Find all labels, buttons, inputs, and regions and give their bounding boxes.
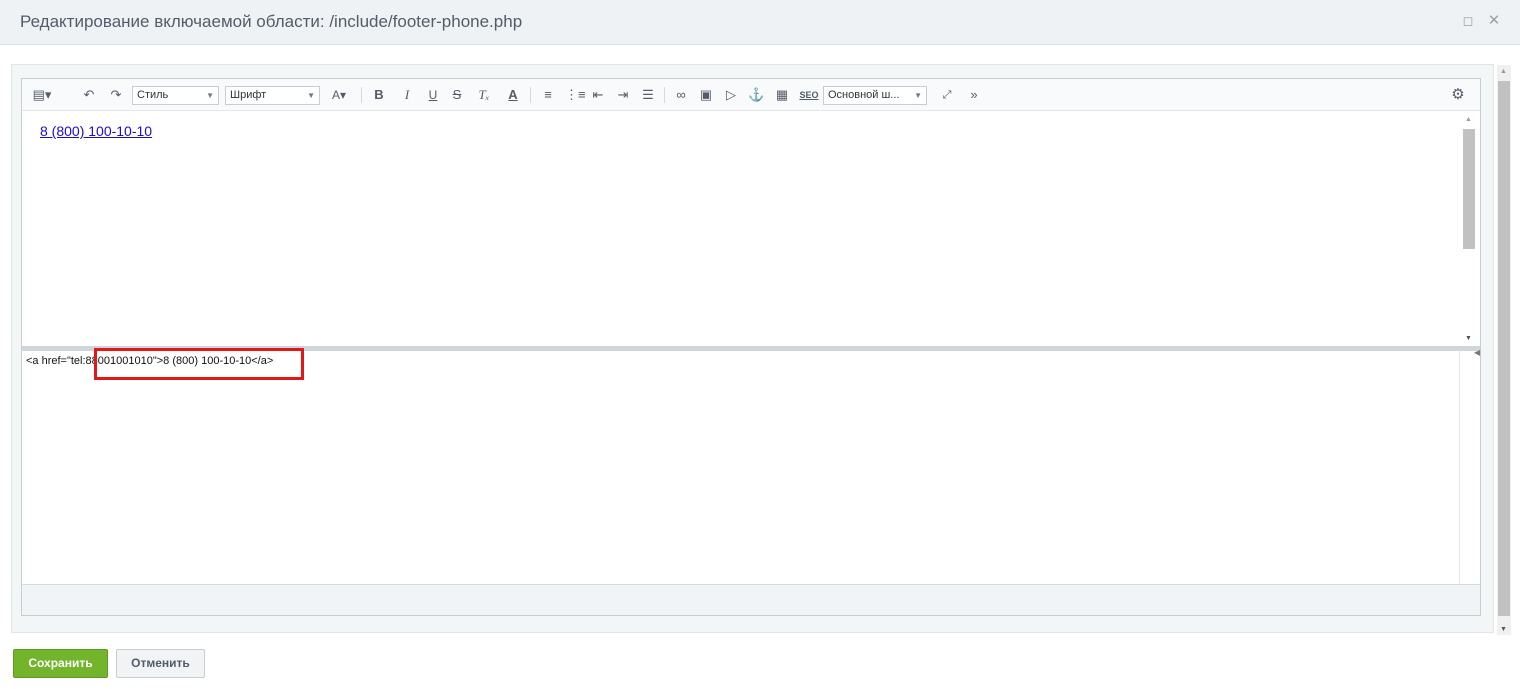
indent-icon[interactable]: ⇥ — [615, 86, 631, 104]
dialog-footer: Сохранить Отменить — [0, 635, 1520, 689]
restore-icon[interactable]: ◻ — [1460, 12, 1476, 30]
fullscreen-icon[interactable]: ⤢ — [939, 86, 955, 104]
style-select[interactable]: Стиль ▼ — [132, 86, 219, 105]
toolbar-separator — [664, 87, 665, 103]
underline-icon[interactable]: U — [426, 86, 440, 104]
strikethrough-icon[interactable]: S — [450, 86, 464, 104]
scroll-down-icon[interactable]: ▼ — [1465, 335, 1472, 342]
font-select[interactable]: Шрифт ▼ — [225, 86, 320, 105]
italic-icon[interactable]: I — [400, 86, 414, 104]
wysiwyg-scrollbar[interactable]: ▲ ▼ — [1459, 112, 1480, 346]
font-select-label: Шрифт — [230, 89, 267, 101]
page-scrollbar[interactable]: ▲ ▼ — [1497, 65, 1511, 635]
settings-icon[interactable]: ⚙ — [1449, 86, 1467, 104]
phone-link[interactable]: 8 (800) 100-10-10 — [40, 123, 152, 139]
dialog-title: Редактирование включаемой области: /incl… — [20, 12, 523, 31]
scrollbar-thumb[interactable] — [1463, 129, 1475, 249]
scroll-up-icon[interactable]: ▲ — [1465, 116, 1472, 123]
templates-icon[interactable]: ▤▾ — [30, 86, 54, 104]
unordered-list-icon[interactable]: ⋮≡ — [565, 86, 586, 104]
anchor-icon[interactable]: ⚓ — [748, 86, 764, 104]
close-icon[interactable]: ✕ — [1486, 12, 1502, 30]
html-editor: ▤▾ ↶ ↷ Стиль ▼ Шрифт ▼ A▾ B I U S Tₓ A ≡ ⋮… — [21, 78, 1481, 616]
video-icon[interactable]: ▷ — [723, 86, 739, 104]
code-area[interactable]: <a href="tel:88001001010">8 (800) 100-10… — [22, 348, 1459, 584]
bold-icon[interactable]: B — [372, 86, 386, 104]
table-icon[interactable]: ▦ — [774, 86, 790, 104]
chevron-down-icon: ▼ — [206, 91, 214, 100]
dialog-titlebar: Редактирование включаемой области: /incl… — [0, 0, 1520, 45]
scroll-down-icon[interactable]: ▼ — [1500, 626, 1507, 633]
link-icon[interactable]: ∞ — [672, 86, 690, 104]
wysiwyg-area[interactable]: 8 (800) 100-10-10 — [22, 112, 1459, 346]
editor-statusbar — [22, 584, 1480, 615]
seo-icon[interactable]: SEO — [798, 86, 820, 104]
chevron-down-icon: ▼ — [914, 91, 922, 100]
font-size-icon[interactable]: A▾ — [324, 86, 354, 104]
template-select[interactable]: Основной ш... ▼ — [823, 86, 927, 105]
scroll-up-icon[interactable]: ▲ — [1500, 68, 1507, 75]
text-color-icon[interactable]: A — [505, 86, 521, 104]
more-icon[interactable]: » — [966, 86, 982, 104]
ordered-list-icon[interactable]: ≡ — [540, 86, 556, 104]
redo-icon[interactable]: ↷ — [109, 86, 123, 104]
save-button[interactable]: Сохранить — [13, 649, 108, 678]
chevron-down-icon: ▼ — [307, 91, 315, 100]
template-select-label: Основной ш... — [828, 89, 900, 101]
remove-format-icon[interactable]: Tₓ — [475, 86, 493, 104]
highlight-box — [94, 348, 304, 380]
image-icon[interactable]: ▣ — [698, 86, 714, 104]
collapse-arrow-icon[interactable]: ◀ — [1474, 348, 1480, 357]
style-select-label: Стиль — [137, 89, 169, 101]
toolbar-separator — [530, 87, 531, 103]
outdent-icon[interactable]: ⇤ — [590, 86, 606, 104]
cancel-button[interactable]: Отменить — [116, 649, 205, 678]
scrollbar-thumb[interactable] — [1498, 81, 1510, 616]
align-icon[interactable]: ☰ — [640, 86, 656, 104]
editor-toolbar: ▤▾ ↶ ↷ Стиль ▼ Шрифт ▼ A▾ B I U S Tₓ A ≡ ⋮… — [22, 79, 1480, 111]
undo-icon[interactable]: ↶ — [82, 86, 96, 104]
toolbar-separator — [361, 87, 362, 103]
code-scrollbar[interactable] — [1459, 351, 1480, 584]
dialog-body: ▤▾ ↶ ↷ Стиль ▼ Шрифт ▼ A▾ B I U S Tₓ A ≡ ⋮… — [0, 45, 1520, 635]
